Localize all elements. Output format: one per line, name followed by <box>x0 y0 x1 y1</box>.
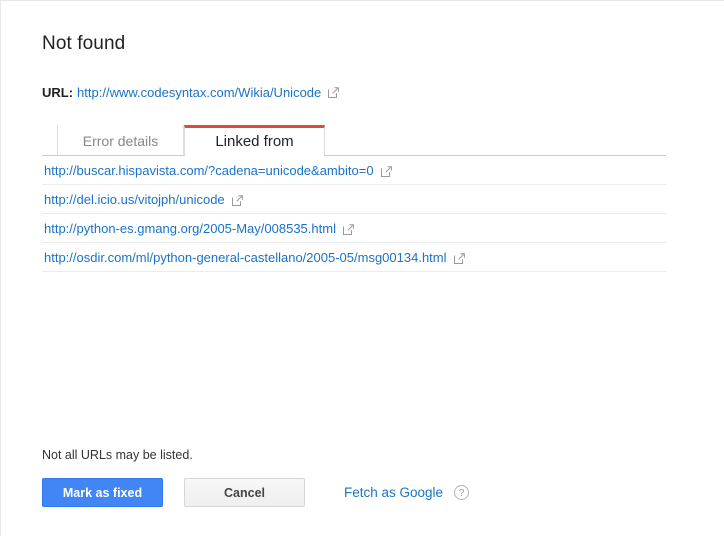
tab-error-details[interactable]: Error details <box>57 125 184 155</box>
external-link-icon <box>328 87 340 98</box>
url-label: URL: <box>42 85 74 100</box>
linked-url[interactable]: http://python-es.gmang.org/2005-May/0085… <box>42 221 336 236</box>
linked-url[interactable]: http://buscar.hispavista.com/?cadena=uni… <box>42 163 374 178</box>
linked-from-list: http://buscar.hispavista.com/?cadena=uni… <box>42 156 666 272</box>
fetch-as-google-label: Fetch as Google <box>344 485 444 500</box>
list-item: http://python-es.gmang.org/2005-May/0085… <box>42 214 666 243</box>
help-icon[interactable]: ? <box>454 485 470 500</box>
mark-as-fixed-button[interactable]: Mark as fixed <box>42 478 163 507</box>
not-found-page: Not found URL: http://www.codesyntax.com/… <box>0 0 724 536</box>
footer-note: Not all URLs may be listed. <box>42 448 193 462</box>
list-item: http://del.icio.us/vitojph/unicode <box>42 185 666 214</box>
url-value-link[interactable]: http://www.codesyntax.com/Wikia/Unicode <box>77 85 321 100</box>
cancel-button[interactable]: Cancel <box>184 478 305 507</box>
list-item: http://osdir.com/ml/python-general-caste… <box>42 243 666 272</box>
tab-bar-underline <box>42 155 666 156</box>
tab-linked-from[interactable]: Linked from <box>184 125 325 155</box>
linked-url[interactable]: http://osdir.com/ml/python-general-caste… <box>42 250 447 265</box>
external-link-icon <box>231 194 243 206</box>
page-content: Not found URL: http://www.codesyntax.com/… <box>1 1 724 272</box>
tab-bar: Error details Linked from <box>42 125 666 157</box>
linked-url[interactable]: http://del.icio.us/vitojph/unicode <box>42 192 225 207</box>
page-title: Not found <box>42 33 126 54</box>
url-row: URL: http://www.codesyntax.com/Wikia/Unic… <box>42 85 724 101</box>
fetch-as-google-link[interactable]: Fetch as Google? <box>344 485 470 500</box>
tab-active-mask <box>185 155 324 157</box>
external-link-icon <box>453 252 465 264</box>
external-link-icon <box>342 223 354 235</box>
external-link-icon <box>380 165 392 177</box>
list-item: http://buscar.hispavista.com/?cadena=uni… <box>42 156 666 185</box>
action-bar: Mark as fixed Cancel Fetch as Google? <box>42 478 470 507</box>
